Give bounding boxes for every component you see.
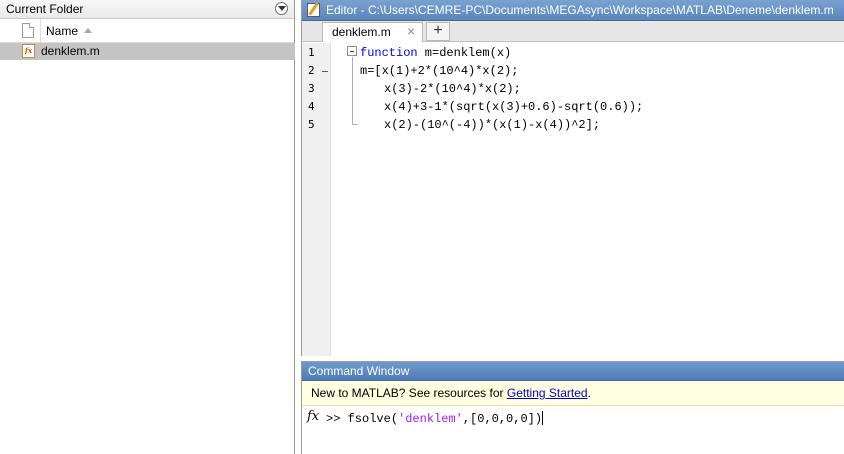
function-browser-icon[interactable]: fx — [307, 409, 319, 424]
editor-pencil-icon — [307, 3, 320, 17]
file-row-denklem[interactable]: fx denklem.m — [0, 43, 295, 60]
new-tab-button[interactable]: + — [426, 22, 450, 41]
tab-label: denklem.m — [332, 25, 391, 39]
code-text: x(3)-2*(10^4)*x(2); — [384, 82, 521, 96]
code-line-4[interactable]: 4 x(4)+3-1*(sqrt(x(3)+0.6)-sqrt(0.6)); — [302, 99, 844, 117]
command-window-title: Command Window — [308, 364, 410, 378]
command-input[interactable]: >> fsolve('denklem',[0,0,0,0]) — [326, 411, 544, 426]
editor-title: Editor - C:\Users\CEMRE-PC\Documents\MEG… — [326, 3, 834, 17]
editor-titlebar: Editor - C:\Users\CEMRE-PC\Documents\MEG… — [302, 0, 844, 21]
file-name: denklem.m — [41, 44, 100, 58]
code-text: m=[x(1)+2*(10^4)*x(2); — [360, 64, 519, 78]
name-column-header[interactable]: Name — [46, 24, 78, 38]
command-input-line[interactable]: fx >> fsolve('denklem',[0,0,0,0]) — [302, 409, 844, 429]
panel-actions-menu-icon[interactable] — [275, 2, 288, 15]
line-number: 1 — [308, 46, 315, 59]
code-line-2[interactable]: 2 m=[x(1)+2*(10^4)*x(2); — [302, 63, 844, 81]
sort-ascending-icon[interactable] — [84, 28, 92, 33]
current-folder-title: Current Folder — [6, 2, 84, 16]
code-line-3[interactable]: 3 x(3)-2*(10^4)*x(2); — [302, 81, 844, 99]
line-number: 2 — [308, 64, 315, 77]
tab-close-icon[interactable]: × — [407, 23, 415, 39]
line-number: 5 — [308, 118, 315, 131]
getting-started-banner: New to MATLAB? See resources for Getting… — [302, 381, 844, 406]
command-window-titlebar: Command Window — [302, 362, 844, 381]
getting-started-link[interactable]: Getting Started — [507, 386, 588, 400]
file-list-header: Name — [0, 19, 294, 43]
editor-tab-strip: denklem.m × + — [302, 21, 844, 42]
code-text: x(4)+3-1*(sqrt(x(3)+0.6)-sqrt(0.6)); — [384, 100, 644, 114]
executable-line-marker[interactable] — [322, 71, 328, 72]
code-editor[interactable]: 1 function m=denklem(x) 2 m=[x(1)+2*(10^… — [302, 43, 844, 356]
file-type-column-icon[interactable] — [22, 23, 34, 38]
editor-panel: Editor - C:\Users\CEMRE-PC\Documents\MEG… — [301, 0, 844, 356]
line-number: 3 — [308, 82, 315, 95]
code-text: function m=denklem(x) — [360, 46, 512, 60]
command-window-panel: Command Window New to MATLAB? See resour… — [301, 361, 844, 454]
current-folder-panel: Current Folder Name fx denklem.m — [0, 0, 295, 454]
text-cursor — [542, 411, 544, 425]
code-text: x(2)-(10^(-4))*(x(1)-x(4))^2]; — [384, 118, 601, 132]
matlab-function-file-icon: fx — [22, 44, 35, 58]
code-line-1[interactable]: 1 function m=denklem(x) — [302, 45, 844, 63]
column-divider — [40, 19, 41, 43]
banner-message: New to MATLAB? See resources for Getting… — [311, 386, 591, 400]
line-number: 4 — [308, 100, 315, 113]
tab-denklem[interactable]: denklem.m × — [322, 22, 423, 42]
current-folder-titlebar: Current Folder — [0, 0, 294, 19]
code-line-5[interactable]: 5 x(2)-(10^(-4))*(x(1)-x(4))^2]; — [302, 117, 844, 135]
